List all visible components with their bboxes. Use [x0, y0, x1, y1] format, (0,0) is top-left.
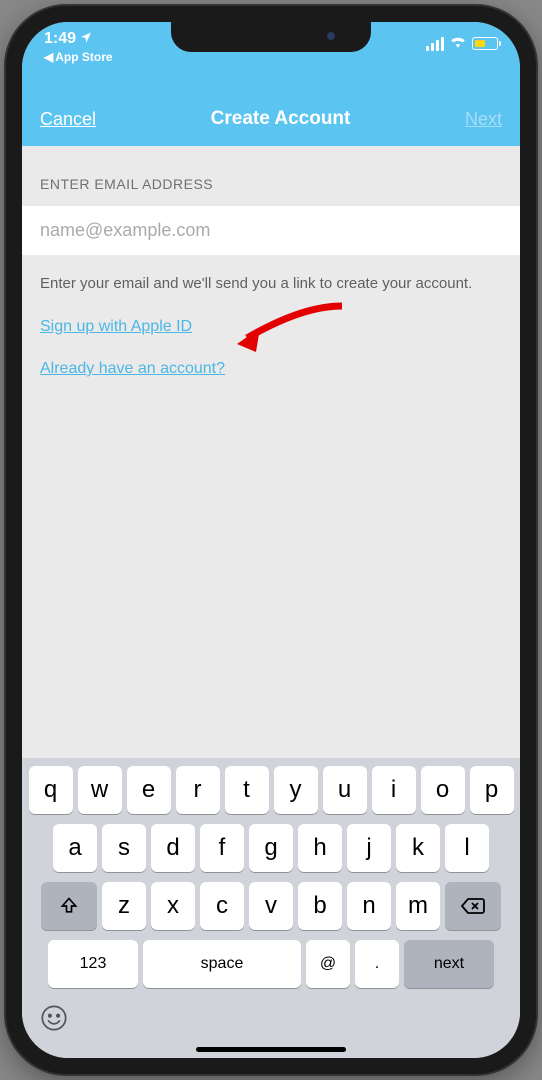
nav-bar: Cancel Create Account Next: [22, 92, 520, 146]
key-r[interactable]: r: [176, 766, 220, 814]
key-k[interactable]: k: [396, 824, 440, 872]
key-u[interactable]: u: [323, 766, 367, 814]
key-d[interactable]: d: [151, 824, 195, 872]
key-x[interactable]: x: [151, 882, 195, 930]
key-b[interactable]: b: [298, 882, 342, 930]
key-n[interactable]: n: [347, 882, 391, 930]
key-z[interactable]: z: [102, 882, 146, 930]
cancel-button[interactable]: Cancel: [40, 109, 96, 130]
annotation-arrow-icon: [232, 296, 352, 356]
location-icon: [80, 30, 92, 48]
key-o[interactable]: o: [421, 766, 465, 814]
key-t[interactable]: t: [225, 766, 269, 814]
space-key[interactable]: space: [143, 940, 301, 988]
status-time: 1:49: [44, 30, 76, 48]
cellular-signal-icon: [426, 37, 444, 51]
content-area: ENTER EMAIL ADDRESS Enter your email and…: [22, 146, 520, 758]
home-indicator[interactable]: [196, 1047, 346, 1052]
sign-up-apple-id-link[interactable]: Sign up with Apple ID: [40, 318, 192, 336]
key-m[interactable]: m: [396, 882, 440, 930]
section-header: ENTER EMAIL ADDRESS: [40, 176, 502, 192]
shift-key[interactable]: [41, 882, 97, 930]
back-to-app[interactable]: ◀ App Store: [44, 50, 113, 64]
phone-frame: 1:49 ◀ App Store: [6, 6, 536, 1074]
back-app-label: App Store: [55, 50, 112, 64]
key-e[interactable]: e: [127, 766, 171, 814]
keyboard-next-key[interactable]: next: [404, 940, 494, 988]
numbers-key[interactable]: 123: [48, 940, 138, 988]
key-g[interactable]: g: [249, 824, 293, 872]
emoji-key[interactable]: [40, 1004, 68, 1039]
key-j[interactable]: j: [347, 824, 391, 872]
keyboard: qwertyuiop asdfghjkl zxcvbnm 123 space @…: [22, 758, 520, 1058]
key-p[interactable]: p: [470, 766, 514, 814]
key-l[interactable]: l: [445, 824, 489, 872]
wifi-icon: [449, 34, 467, 53]
dot-key[interactable]: .: [355, 940, 399, 988]
already-have-account-link[interactable]: Already have an account?: [40, 360, 225, 378]
battery-icon: [472, 37, 498, 50]
backspace-key[interactable]: [445, 882, 501, 930]
hint-text: Enter your email and we'll send you a li…: [40, 273, 502, 294]
key-i[interactable]: i: [372, 766, 416, 814]
email-field[interactable]: [40, 220, 502, 241]
key-f[interactable]: f: [200, 824, 244, 872]
back-chevron-icon: ◀: [44, 50, 53, 64]
notch: [171, 22, 371, 52]
at-key[interactable]: @: [306, 940, 350, 988]
screen: 1:49 ◀ App Store: [22, 22, 520, 1058]
key-h[interactable]: h: [298, 824, 342, 872]
key-a[interactable]: a: [53, 824, 97, 872]
key-c[interactable]: c: [200, 882, 244, 930]
page-title: Create Account: [211, 108, 351, 130]
email-input-container: [22, 206, 520, 255]
key-v[interactable]: v: [249, 882, 293, 930]
key-y[interactable]: y: [274, 766, 318, 814]
key-q[interactable]: q: [29, 766, 73, 814]
key-s[interactable]: s: [102, 824, 146, 872]
next-button[interactable]: Next: [465, 109, 502, 130]
key-w[interactable]: w: [78, 766, 122, 814]
